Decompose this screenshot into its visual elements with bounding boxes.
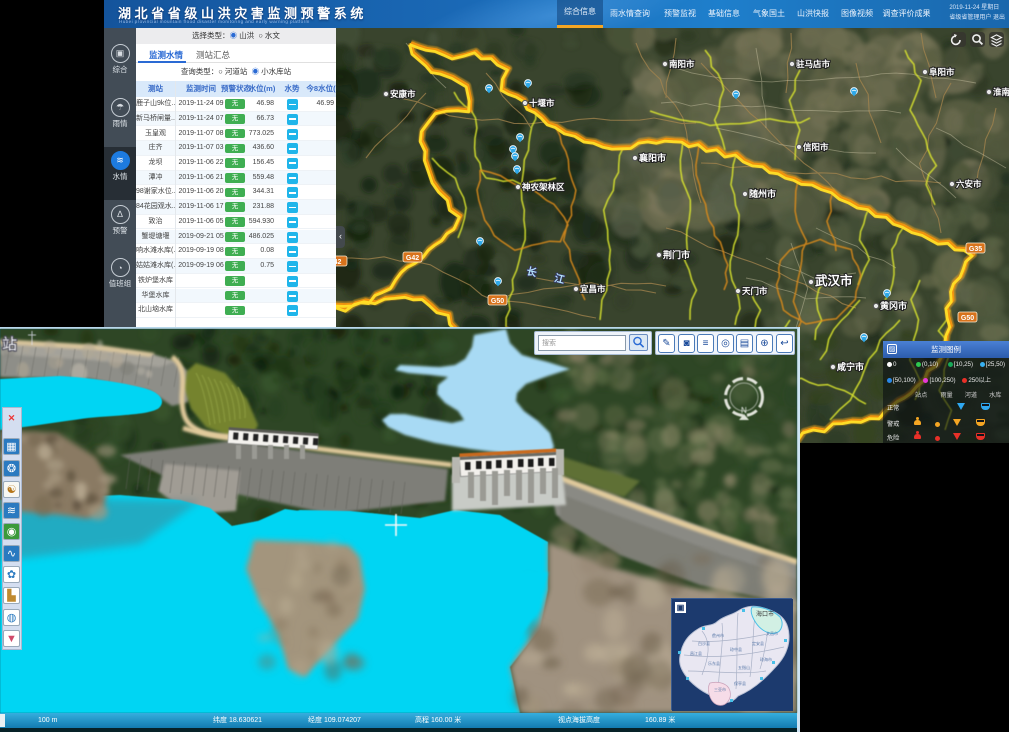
svg-text:G50: G50 — [491, 298, 504, 305]
svg-text:荆门市: 荆门市 — [663, 249, 690, 260]
svg-text:站: 站 — [2, 336, 17, 353]
svg-text:十堰市: 十堰市 — [529, 98, 555, 108]
svg-text:武汉市: 武汉市 — [815, 273, 853, 288]
svg-text:六安市: 六安市 — [956, 179, 982, 189]
svg-text:42: 42 — [336, 259, 341, 266]
svg-text:定安县: 定安县 — [752, 640, 764, 646]
svg-text:三亚市: 三亚市 — [714, 686, 726, 692]
svg-text:海口市: 海口市 — [756, 610, 774, 618]
svg-text:昌江县: 昌江县 — [690, 650, 702, 656]
svg-text:神农架林区: 神农架林区 — [522, 182, 565, 192]
svg-text:阜阳市: 阜阳市 — [929, 67, 955, 77]
svg-text:G42: G42 — [406, 255, 419, 262]
svg-text:保亭县: 保亭县 — [734, 680, 746, 686]
svg-text:G35: G35 — [969, 246, 982, 253]
svg-text:安康市: 安康市 — [390, 89, 416, 99]
svg-text:咸宁市: 咸宁市 — [837, 361, 864, 372]
svg-text:五指山: 五指山 — [738, 664, 750, 670]
svg-text:儋州市: 儋州市 — [712, 632, 724, 638]
svg-text:淮南: 淮南 — [993, 87, 1009, 97]
svg-text:乐东县: 乐东县 — [708, 660, 720, 666]
svg-text:天门市: 天门市 — [742, 286, 768, 296]
svg-text:文昌市: 文昌市 — [766, 630, 778, 636]
svg-text:襄阳市: 襄阳市 — [638, 152, 666, 163]
svg-text:白沙县: 白沙县 — [698, 640, 710, 646]
svg-text:琼中县: 琼中县 — [730, 646, 742, 652]
svg-text:随州市: 随州市 — [749, 188, 776, 199]
svg-text:N: N — [741, 406, 747, 415]
svg-text:南阳市: 南阳市 — [669, 59, 695, 69]
svg-text:G50: G50 — [961, 315, 974, 322]
svg-text:黄冈市: 黄冈市 — [880, 300, 907, 311]
svg-text:驻马店市: 驻马店市 — [796, 59, 831, 69]
svg-text:琼海市: 琼海市 — [760, 656, 772, 662]
svg-text:宜昌市: 宜昌市 — [580, 284, 606, 294]
svg-text:信阳市: 信阳市 — [803, 142, 829, 152]
